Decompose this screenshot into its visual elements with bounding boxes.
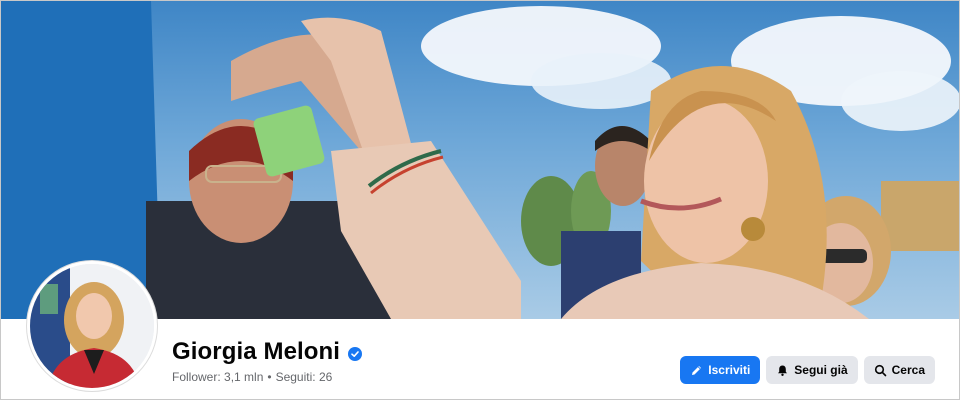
page-stats: Follower: 3,1 mln • Seguiti: 26 (172, 370, 332, 384)
stats-separator: • (267, 370, 272, 384)
profile-portrait-illustration (30, 264, 154, 388)
profile-picture[interactable] (27, 261, 157, 391)
bell-icon (776, 364, 789, 377)
followers-count[interactable]: Follower: 3,1 mln (172, 370, 263, 384)
page-name-row: Giorgia Meloni (172, 338, 363, 366)
subscribe-button-label: Iscriviti (708, 363, 751, 377)
pencil-icon (690, 364, 703, 377)
following-button[interactable]: Segui già (766, 356, 858, 384)
profile-picture-image (30, 264, 154, 388)
cover-photo-illustration (1, 1, 959, 319)
search-icon (874, 364, 887, 377)
page-title[interactable]: Giorgia Meloni (172, 338, 340, 366)
subscribe-button[interactable]: Iscriviti (680, 356, 761, 384)
following-count[interactable]: Seguiti: 26 (276, 370, 333, 384)
verified-badge-icon[interactable] (348, 346, 363, 361)
facebook-page-header: Giorgia Meloni Follower: 3,1 mln • Seguiti… (0, 0, 960, 400)
search-button-label: Cerca (891, 363, 925, 377)
cover-photo[interactable] (1, 1, 959, 319)
search-button[interactable]: Cerca (863, 356, 935, 384)
following-button-label: Segui già (794, 363, 848, 377)
page-actions: Iscriviti Segui già Cerca (680, 356, 935, 384)
